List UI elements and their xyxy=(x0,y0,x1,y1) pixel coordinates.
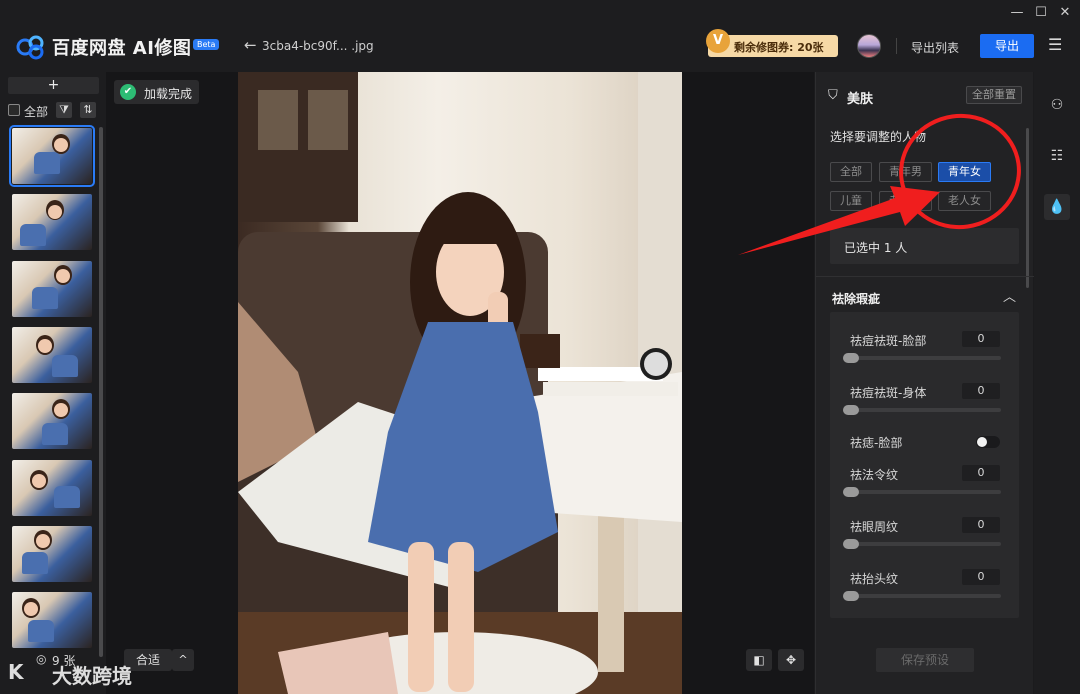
slider-track[interactable] xyxy=(843,405,1001,415)
skin-drop-icon[interactable]: 💧 xyxy=(1044,194,1070,220)
slider-track[interactable] xyxy=(843,353,1001,363)
photo-preview[interactable] xyxy=(238,72,682,694)
title-bar: 百度网盘 AI修图 Beta ← 3cba4-bc90f... .jpg — ☐… xyxy=(0,0,1080,72)
thumbnail-item[interactable] xyxy=(12,194,92,250)
compare-icon[interactable]: ◧ xyxy=(746,649,772,671)
photo-illustration xyxy=(238,72,682,694)
color-circles-icon[interactable]: ⚇ xyxy=(1044,92,1070,118)
fit-options-chevron-icon[interactable]: ^ xyxy=(172,649,194,671)
shield-icon: ⛉ xyxy=(828,88,838,103)
slider-knob[interactable] xyxy=(843,487,859,497)
coupon-text: 剩余修图券: 20张 xyxy=(734,41,824,54)
slider-knob[interactable] xyxy=(843,405,859,415)
coupon-badge[interactable]: V 剩余修图券: 20张 xyxy=(706,29,838,57)
person-chip-child[interactable]: 儿童 xyxy=(830,191,872,211)
panel-scrollbar[interactable] xyxy=(1026,128,1029,288)
panel-title: 美肤 xyxy=(847,92,874,107)
slider-label: 祛法令纹 xyxy=(850,468,899,482)
file-name: 3cba4-bc90f... .jpg xyxy=(262,39,374,53)
toggle-label: 祛痣-脸部 xyxy=(850,436,903,450)
slider-track[interactable] xyxy=(843,591,1001,601)
avatar[interactable] xyxy=(857,34,881,58)
thumbnail-item[interactable] xyxy=(12,526,92,582)
reset-all-button[interactable]: 全部重置 xyxy=(966,86,1022,104)
load-status-badge: ✔ 加载完成 xyxy=(114,80,199,104)
pan-icon[interactable]: ✥ xyxy=(778,649,804,671)
slider-label: 祛眼周纹 xyxy=(850,520,899,534)
watermark-logo: K xyxy=(8,660,24,684)
menu-icon[interactable]: ☰ xyxy=(1048,35,1062,54)
slider-track[interactable] xyxy=(843,539,1001,549)
slider-value-input[interactable]: 0 xyxy=(962,383,1000,399)
export-button[interactable]: 导出 xyxy=(980,34,1034,58)
thumbnail-panel: + 全部 ⧩ ⇅ ◎ 9 张 xyxy=(0,72,106,694)
sort-icon[interactable]: ⇅ xyxy=(80,102,96,118)
load-status-text: 加载完成 xyxy=(144,87,193,101)
app-title: 百度网盘 AI修图 xyxy=(52,38,192,59)
select-all-checkbox[interactable] xyxy=(8,104,20,116)
thumbnail-scrollbar[interactable] xyxy=(99,127,103,657)
divider xyxy=(816,276,1034,277)
person-chip-all[interactable]: 全部 xyxy=(830,162,872,182)
watermark-text: 大数跨境 xyxy=(52,664,132,688)
select-all-label: 全部 xyxy=(24,105,49,119)
slider-label: 祛痘祛斑-身体 xyxy=(850,386,927,400)
close-button[interactable]: ✕ xyxy=(1056,5,1074,20)
thumbnail-item[interactable] xyxy=(12,460,92,516)
selected-count-text: 已选中 1 人 xyxy=(844,241,908,255)
chevron-up-icon[interactable]: ︿ xyxy=(1003,286,1016,305)
thumbnail-item[interactable] xyxy=(12,261,92,317)
add-image-button[interactable]: + xyxy=(8,77,99,94)
vip-icon: V xyxy=(706,29,730,53)
slider-track[interactable] xyxy=(843,487,1001,497)
section-title-blemish: 祛除瑕疵 xyxy=(832,292,881,306)
minimize-button[interactable]: — xyxy=(1008,5,1026,20)
canvas-area: ✔ 加载完成 合适 ^ ◧ ✥ xyxy=(106,72,814,694)
slider-knob[interactable] xyxy=(843,353,859,363)
save-preset-button[interactable]: 保存预设 xyxy=(876,648,974,672)
thumbnail-item[interactable] xyxy=(12,393,92,449)
maximize-button[interactable]: ☐ xyxy=(1032,5,1050,20)
back-arrow-icon[interactable]: ← xyxy=(244,36,257,54)
adjust-sliders-icon[interactable]: ☷ xyxy=(1044,143,1070,169)
beta-badge: Beta xyxy=(193,39,220,50)
slider-value-input[interactable]: 0 xyxy=(962,465,1000,481)
selected-count-box: 已选中 1 人 xyxy=(830,228,1019,264)
thumbnail-item[interactable] xyxy=(12,327,92,383)
export-list-button[interactable]: 导出列表 xyxy=(911,39,959,56)
blemish-section: 祛痘祛斑-脸部 0 祛痘祛斑-身体 0 祛痣-脸部 祛法令纹 0 祛眼周纹 0 … xyxy=(830,312,1019,618)
thumbnail-item[interactable] xyxy=(12,592,92,648)
check-icon: ✔ xyxy=(120,84,136,100)
slider-knob[interactable] xyxy=(843,539,859,549)
mole-removal-toggle[interactable] xyxy=(976,436,1000,448)
slider-knob[interactable] xyxy=(843,591,859,601)
slider-label: 祛抬头纹 xyxy=(850,572,899,586)
image-count-icon: ◎ xyxy=(36,652,47,666)
slider-label: 祛痘祛斑-脸部 xyxy=(850,334,927,348)
thumbnail-item[interactable] xyxy=(9,125,95,187)
tool-strip: ⚇ ☷ 💧 xyxy=(1034,72,1080,694)
slider-value-input[interactable]: 0 xyxy=(962,331,1000,347)
app-logo-icon xyxy=(16,35,44,60)
filter-icon[interactable]: ⧩ xyxy=(56,102,72,118)
toggle-knob xyxy=(977,437,987,447)
divider xyxy=(896,38,897,54)
slider-value-input[interactable]: 0 xyxy=(962,517,1000,533)
slider-value-input[interactable]: 0 xyxy=(962,569,1000,585)
